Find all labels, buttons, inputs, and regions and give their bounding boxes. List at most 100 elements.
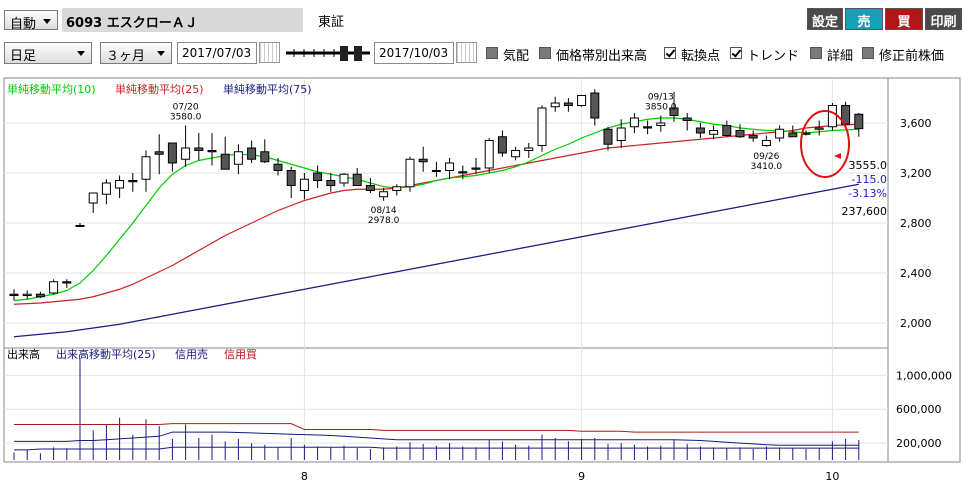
candle-body[interactable]: [220, 153, 230, 170]
candle-body[interactable]: [748, 135, 758, 139]
candle-body[interactable]: [590, 92, 600, 119]
candle-body[interactable]: [62, 281, 72, 284]
candle-body[interactable]: [35, 293, 45, 298]
print-button[interactable]: 印刷: [925, 8, 962, 30]
checkbox-quote[interactable]: [486, 47, 498, 59]
x-tick-label: 10: [825, 470, 839, 483]
candle-body[interactable]: [352, 173, 362, 186]
option-label: トレンド: [747, 49, 800, 64]
sell-button[interactable]: 売: [845, 8, 883, 30]
candle-body[interactable]: [577, 95, 587, 106]
candle-body[interactable]: [682, 117, 692, 121]
price-readout: 3555.0 -115.0 -3.13% 237,600: [842, 159, 888, 218]
candle-body[interactable]: [299, 178, 309, 191]
candle-body[interactable]: [854, 113, 864, 130]
candle-body[interactable]: [643, 126, 653, 129]
candle-body[interactable]: [484, 140, 494, 169]
candle-body[interactable]: [814, 127, 824, 130]
candle-body[interactable]: [392, 186, 402, 191]
candle-body[interactable]: [827, 105, 837, 128]
candle-body[interactable]: [405, 158, 415, 188]
checkbox-detail[interactable]: [810, 47, 822, 59]
candle-body[interactable]: [497, 136, 507, 154]
candle-body[interactable]: [788, 132, 798, 138]
candle-body[interactable]: [524, 147, 534, 151]
last-price: 3555.0: [849, 159, 888, 172]
price-panel: [3, 77, 889, 349]
candle-body[interactable]: [537, 107, 547, 146]
candle-body[interactable]: [735, 130, 745, 138]
range-slider[interactable]: [284, 44, 372, 62]
candle-body[interactable]: [550, 102, 560, 108]
candle-body[interactable]: [286, 170, 296, 186]
legend-margin-buy: 信用買: [224, 348, 257, 361]
candle-body[interactable]: [233, 151, 243, 165]
candle-body[interactable]: [563, 102, 573, 106]
candle-body[interactable]: [511, 150, 521, 158]
candle-body[interactable]: [458, 171, 468, 174]
candle-body[interactable]: [313, 172, 323, 181]
candle-body[interactable]: [128, 180, 138, 183]
candle-body[interactable]: [471, 167, 481, 170]
candle-body[interactable]: [260, 151, 270, 163]
market-label: 東証: [318, 15, 345, 30]
candle-body[interactable]: [695, 127, 705, 134]
candle-body[interactable]: [775, 128, 785, 139]
y-tick-label: 1,000,000: [896, 369, 952, 382]
candle-body[interactable]: [656, 122, 666, 126]
annotation-date: 09/13: [648, 93, 674, 103]
candle-body[interactable]: [603, 128, 613, 145]
candle-body[interactable]: [709, 130, 719, 135]
candle-body[interactable]: [167, 142, 177, 164]
candle-body[interactable]: [22, 293, 32, 296]
calendar-icon[interactable]: [259, 42, 280, 63]
chevron-down-icon: [43, 19, 51, 24]
candle-body[interactable]: [181, 147, 191, 160]
candle-body[interactable]: [273, 163, 283, 171]
candle-body[interactable]: [326, 180, 336, 186]
buy-button[interactable]: 買: [885, 8, 923, 30]
candle-body[interactable]: [207, 150, 217, 153]
ticker-name[interactable]: 6093 エスクローＡＪ: [62, 8, 303, 32]
candle-body[interactable]: [431, 170, 441, 172]
annotation-date: 07/20: [173, 103, 199, 113]
candle-body[interactable]: [194, 147, 204, 151]
candle-body[interactable]: [339, 173, 349, 184]
candle-body[interactable]: [115, 180, 125, 189]
date-to-input[interactable]: 2017/10/03: [374, 42, 454, 64]
candle-body[interactable]: [445, 162, 455, 171]
candle-body[interactable]: [101, 182, 111, 195]
candle-body[interactable]: [418, 158, 428, 163]
checkbox-turning-point[interactable]: [664, 47, 676, 59]
interval-select[interactable]: 日足: [4, 42, 92, 64]
slider-handle-right[interactable]: [354, 46, 362, 61]
checkbox-trend[interactable]: [730, 47, 742, 59]
price-legend: 単純移動平均(10) 単純移動平均(25) 単純移動平均(75): [7, 82, 312, 96]
checkbox-unadjusted[interactable]: [862, 47, 874, 59]
candle-body[interactable]: [722, 125, 732, 136]
chevron-down-icon: [157, 51, 165, 56]
period-select[interactable]: ３ヶ月: [100, 42, 172, 64]
mode-select[interactable]: 自動: [4, 10, 58, 32]
candle-body[interactable]: [616, 127, 626, 141]
candle-body[interactable]: [88, 192, 98, 204]
candle-body[interactable]: [761, 140, 771, 146]
checkbox-volume-profile[interactable]: [539, 47, 551, 59]
candle-body[interactable]: [247, 147, 257, 160]
date-from-input[interactable]: 2017/07/03: [177, 42, 257, 64]
candle-body[interactable]: [49, 281, 59, 294]
legend-margin-sell: 信用売: [175, 348, 208, 361]
settings-button[interactable]: 設定: [807, 8, 843, 30]
calendar-icon[interactable]: [456, 42, 477, 63]
candle-body[interactable]: [365, 185, 375, 191]
change-value: -115.0: [852, 173, 887, 186]
candle-body[interactable]: [75, 225, 85, 227]
slider-handle-left[interactable]: [340, 46, 348, 61]
candle-body[interactable]: [141, 156, 151, 180]
annotation-value: 2978.0: [368, 216, 400, 226]
candle-body[interactable]: [9, 293, 19, 296]
candle-body[interactable]: [154, 151, 164, 155]
candle-body[interactable]: [629, 117, 639, 128]
stock-chart[interactable]: 3,600 3,200 2,800 2,400 2,000 1,000,000 600,00…: [0, 76, 963, 488]
candle-body[interactable]: [379, 191, 389, 198]
